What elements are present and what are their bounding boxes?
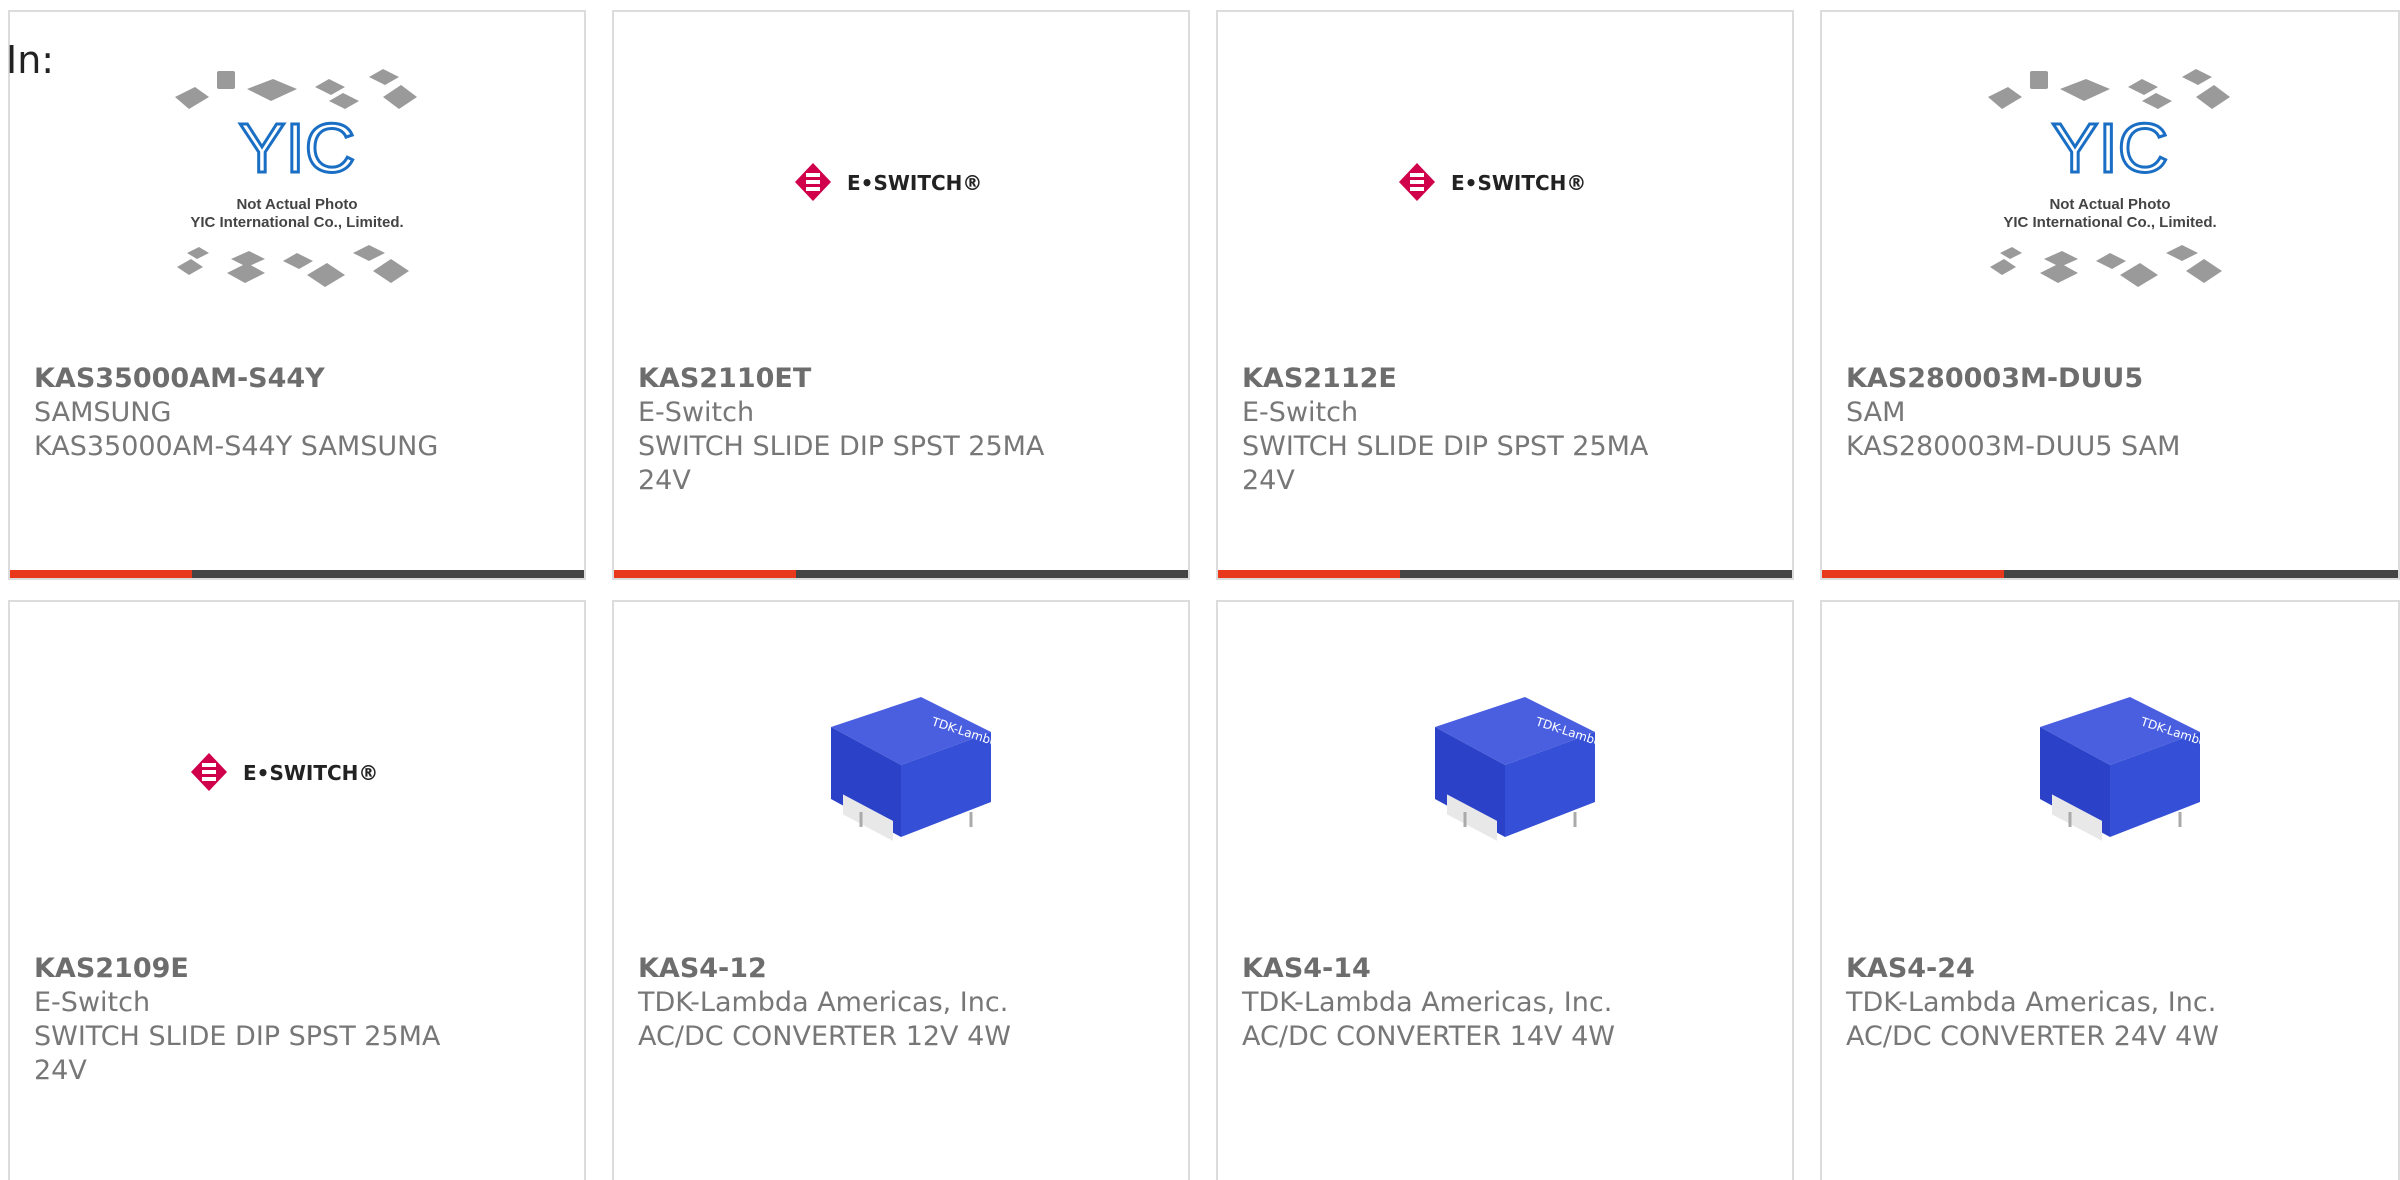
product-image[interactable]: TDK-Lambda: [1218, 602, 1792, 942]
eswitch-logo-image: E•SWITCH®: [1399, 163, 1586, 201]
eswitch-logo-image: E•SWITCH®: [795, 163, 982, 201]
part-number[interactable]: KAS4-12: [638, 952, 1164, 986]
svg-text:Not Actual Photo: Not Actual Photo: [236, 196, 357, 213]
tdk-module-image: TDK-Lambda: [831, 697, 1001, 841]
manufacturer: E-Switch: [1242, 397, 1359, 428]
svg-text:E•SWITCH®: E•SWITCH®: [1451, 171, 1586, 195]
description: SWITCH SLIDE DIP SPST 25MA 24V: [1242, 431, 1649, 496]
description: SWITCH SLIDE DIP SPST 25MA 24V: [34, 1021, 441, 1086]
card-bottom-bar: [10, 570, 584, 578]
product-card[interactable]: YIC Not Actual Photo YIC International C…: [1820, 10, 2400, 580]
part-number[interactable]: KAS2110ET: [638, 362, 1164, 396]
product-image[interactable]: TDK-Lambda: [614, 602, 1188, 942]
part-number[interactable]: KAS2109E: [34, 952, 560, 986]
description: KAS280003M-DUU5 SAM: [1846, 431, 2181, 462]
product-image[interactable]: YIC Not Actual Photo YIC International C…: [10, 12, 584, 352]
product-card[interactable]: E•SWITCH® KAS2110ET E-Switch SWITCH SLID…: [612, 10, 1190, 580]
tdk-module-image: TDK-Lambda: [2040, 697, 2210, 841]
manufacturer: E-Switch: [638, 397, 755, 428]
part-number[interactable]: KAS35000AM-S44Y: [34, 362, 560, 396]
svg-text:YIC International Co., Limited: YIC International Co., Limited.: [2003, 214, 2216, 231]
svg-text:YIC: YIC: [239, 109, 356, 187]
eswitch-logo-image: E•SWITCH®: [191, 753, 378, 791]
product-image[interactable]: E•SWITCH®: [1218, 12, 1792, 352]
product-image[interactable]: TDK-Lambda: [1822, 602, 2398, 942]
product-card[interactable]: TDK-Lambda KAS4-24 TDK-Lambda Americas, …: [1820, 600, 2400, 1180]
manufacturer: E-Switch: [34, 987, 151, 1018]
product-card[interactable]: E•SWITCH® KAS2109E E-Switch SWITCH SLIDE…: [8, 600, 586, 1180]
product-card[interactable]: TDK-Lambda KAS4-12 TDK-Lambda Americas, …: [612, 600, 1190, 1180]
manufacturer: SAM: [1846, 397, 1906, 428]
svg-text:YIC International Co., Limited: YIC International Co., Limited.: [190, 214, 403, 231]
product-card[interactable]: E•SWITCH® KAS2112E E-Switch SWITCH SLIDE…: [1216, 10, 1794, 580]
manufacturer: SAMSUNG: [34, 397, 172, 428]
manufacturer: TDK-Lambda Americas, Inc.: [638, 987, 1009, 1018]
filter-label: In:: [6, 38, 55, 82]
part-number[interactable]: KAS280003M-DUU5: [1846, 362, 2374, 396]
part-number[interactable]: KAS4-14: [1242, 952, 1768, 986]
description: AC/DC CONVERTER 12V 4W: [638, 1021, 1011, 1052]
product-image[interactable]: E•SWITCH®: [614, 12, 1188, 352]
description: SWITCH SLIDE DIP SPST 25MA 24V: [638, 431, 1045, 496]
part-number[interactable]: KAS2112E: [1242, 362, 1768, 396]
svg-text:YIC: YIC: [2052, 109, 2169, 187]
product-image[interactable]: E•SWITCH®: [10, 602, 584, 942]
tdk-module-image: TDK-Lambda: [1435, 697, 1605, 841]
description: AC/DC CONVERTER 14V 4W: [1242, 1021, 1615, 1052]
svg-text:E•SWITCH®: E•SWITCH®: [243, 761, 378, 785]
product-image[interactable]: YIC Not Actual Photo YIC International C…: [1822, 12, 2398, 352]
card-bottom-bar: [614, 570, 1188, 578]
svg-text:E•SWITCH®: E•SWITCH®: [847, 171, 982, 195]
manufacturer: TDK-Lambda Americas, Inc.: [1242, 987, 1613, 1018]
card-bottom-bar: [1218, 570, 1792, 578]
part-number[interactable]: KAS4-24: [1846, 952, 2374, 986]
svg-text:Not Actual Photo: Not Actual Photo: [2049, 196, 2170, 213]
manufacturer: TDK-Lambda Americas, Inc.: [1846, 987, 2217, 1018]
description: AC/DC CONVERTER 24V 4W: [1846, 1021, 2219, 1052]
product-card[interactable]: TDK-Lambda KAS4-14 TDK-Lambda Americas, …: [1216, 600, 1794, 1180]
yic-placeholder-image: YIC Not Actual Photo YIC International C…: [1988, 69, 2230, 287]
product-card[interactable]: YIC Not Actual Photo YIC International C…: [8, 10, 586, 580]
yic-placeholder-image: YIC Not Actual Photo YIC International C…: [175, 69, 417, 287]
card-bottom-bar: [1822, 570, 2398, 578]
description: KAS35000AM-S44Y SAMSUNG: [34, 431, 439, 462]
